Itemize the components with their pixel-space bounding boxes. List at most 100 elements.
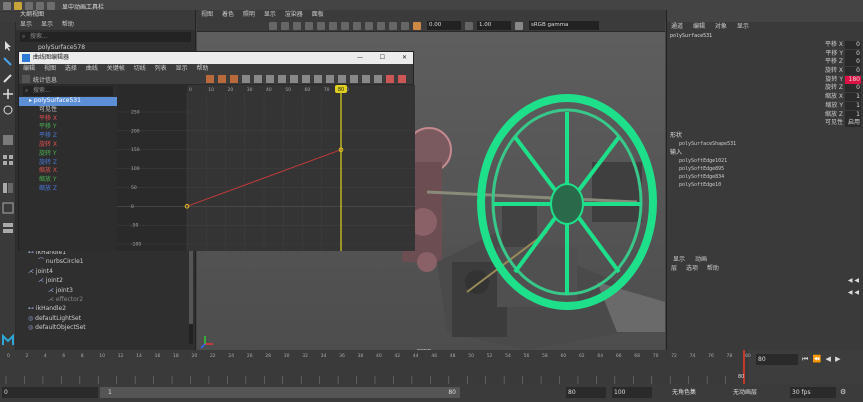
attr-value[interactable]: 1 — [845, 101, 861, 110]
outliner-top-item[interactable]: polySurface578 — [16, 44, 195, 51]
ge-menu-tangents[interactable]: 切线 — [134, 65, 146, 72]
gamma-icon[interactable] — [465, 22, 473, 30]
paint-tool-icon[interactable] — [2, 72, 14, 84]
outliner-menu-help[interactable]: 帮助 — [62, 21, 74, 28]
xray-icon[interactable] — [389, 22, 397, 30]
layout-stack-icon[interactable] — [2, 222, 14, 234]
minimize-icon[interactable]: — — [357, 52, 363, 64]
ao-icon[interactable] — [353, 22, 361, 30]
attr-row[interactable]: 旋转 X0 — [667, 67, 863, 76]
exposure-icon[interactable] — [413, 22, 421, 30]
break-tangent-icon[interactable] — [314, 75, 322, 83]
attr-value[interactable]: 1 — [845, 110, 861, 119]
swap-buffer-icon[interactable] — [374, 75, 382, 83]
layer-menu-help[interactable]: 帮助 — [707, 265, 719, 272]
ge-menu-select[interactable]: 选择 — [65, 65, 77, 72]
viewport-menu-panels[interactable]: 面板 — [312, 11, 324, 18]
channel-menu-object[interactable]: 对象 — [715, 23, 727, 30]
viewport-menu-show[interactable]: 显示 — [264, 11, 276, 18]
layer-menu-options[interactable]: 选项 — [686, 265, 698, 272]
dope-sheet-icon[interactable] — [386, 75, 394, 83]
layer-move-arrows-icon[interactable]: ◀ ◀ — [848, 289, 859, 296]
time-slider-track[interactable]: 0 2 4 6 8 10 12 14 16 18 20 22 24 26 28 30 32 34 36 38 40 42 4… — [0, 350, 863, 384]
outliner-item[interactable]: ⋌ joint3 — [16, 286, 196, 295]
menu-icon[interactable] — [3, 2, 11, 10]
ge-channel-item[interactable]: 平移 X — [19, 115, 117, 124]
ge-channel-item[interactable]: 缩放 Z — [19, 185, 117, 194]
shadows-icon[interactable] — [341, 22, 349, 30]
insert-key-icon[interactable] — [218, 75, 226, 83]
range-end-field[interactable]: 80 — [566, 387, 606, 398]
ge-channel-item[interactable]: 旋转 X — [19, 141, 117, 150]
smooth-shade-icon[interactable] — [305, 22, 313, 30]
save-icon[interactable] — [25, 2, 33, 10]
tab-animation[interactable]: 动画 — [695, 256, 707, 263]
flat-tangent-icon[interactable] — [278, 75, 286, 83]
outliner-menu-show[interactable]: 显示 — [41, 21, 53, 28]
ge-menu-view[interactable]: 视图 — [44, 65, 56, 72]
xray-joints-icon[interactable] — [401, 22, 409, 30]
step-tangent-icon[interactable] — [290, 75, 298, 83]
lock-weight-icon[interactable] — [350, 75, 358, 83]
attr-row[interactable]: 旋转 Z0 — [667, 84, 863, 93]
tab-display[interactable]: 显示 — [673, 256, 685, 263]
playback-prefs-icon[interactable]: ⚙ — [840, 388, 846, 396]
input-node[interactable]: polySoftEdge834 — [667, 173, 863, 181]
undo-icon[interactable] — [36, 2, 44, 10]
layer-move-arrows-icon[interactable]: ◀ ◀ — [848, 277, 859, 284]
character-set-select[interactable]: 无角色集 — [670, 387, 724, 398]
ge-search-input[interactable]: ⌕ 搜索... — [23, 86, 113, 96]
ge-channel-item[interactable]: 缩放 Y — [19, 176, 117, 185]
viewport-menu-view[interactable]: 视图 — [201, 11, 213, 18]
isolate-icon[interactable] — [377, 22, 385, 30]
channel-node-name[interactable]: polySurface531 — [667, 32, 863, 41]
outliner-item[interactable]: ◎ defaultLightSet — [16, 314, 196, 323]
input-node[interactable]: polySoftEdge1021 — [667, 157, 863, 165]
lattice-icon[interactable] — [230, 75, 238, 83]
attr-value[interactable]: 0 — [845, 41, 861, 49]
current-frame-field[interactable]: 80 — [756, 354, 798, 365]
wireframe-icon[interactable] — [293, 22, 301, 30]
playback-range-slider[interactable]: 1 80 — [100, 387, 460, 398]
exposure-field[interactable]: 0.00 — [427, 21, 461, 30]
lights-icon[interactable] — [329, 22, 337, 30]
camera-icon[interactable] — [269, 22, 277, 30]
attr-value[interactable]: 0 — [845, 58, 861, 67]
channel-menu-edit[interactable]: 编辑 — [693, 23, 705, 30]
color-space-select[interactable]: sRGB gamma — [529, 21, 599, 30]
ge-channel-item[interactable]: 可见性 — [19, 106, 117, 115]
maximize-icon[interactable]: ☐ — [380, 52, 385, 64]
attr-value[interactable]: 0 — [845, 67, 861, 76]
range-start-field[interactable]: 0 — [2, 387, 98, 398]
channel-menu-channels[interactable]: 通道 — [671, 23, 683, 30]
channel-menu-show[interactable]: 显示 — [737, 23, 749, 30]
ge-channel-item[interactable]: 旋转 Y — [19, 150, 117, 159]
linear-tangent-icon[interactable] — [266, 75, 274, 83]
aa-icon[interactable] — [365, 22, 373, 30]
close-icon[interactable]: ✕ — [402, 52, 407, 64]
layout-single-icon[interactable] — [2, 134, 14, 146]
attr-row[interactable]: 平移 Z0 — [667, 58, 863, 67]
shape-node[interactable]: polySurfaceShape531 — [667, 140, 863, 148]
attr-value-keyed[interactable]: 180 — [845, 75, 861, 84]
ge-menu-edit[interactable]: 编辑 — [23, 65, 35, 72]
outliner-menu-display[interactable]: 显示 — [20, 21, 32, 28]
attr-value[interactable]: 启用 — [845, 119, 861, 128]
attr-row[interactable]: 平移 X0 — [667, 41, 863, 50]
attr-value[interactable]: 0 — [845, 49, 861, 58]
stats-toggle-icon[interactable] — [22, 75, 30, 83]
outliner-item[interactable]: ⋌ joint4 — [16, 267, 196, 276]
free-weight-icon[interactable] — [338, 75, 346, 83]
ge-node-item[interactable]: ▸ polySurface531 — [19, 97, 117, 106]
ge-channel-item[interactable]: 平移 Y — [19, 123, 117, 132]
play-back-icon[interactable]: ◀ — [826, 355, 832, 363]
attr-row[interactable]: 可见性 启用 — [667, 119, 863, 128]
attr-value[interactable]: 0 — [845, 84, 861, 93]
fps-select[interactable]: 30 fps — [790, 387, 836, 398]
layer-menu-layers[interactable]: 层 — [671, 265, 677, 272]
key-tool-icon[interactable] — [206, 75, 214, 83]
time-slider[interactable]: 0 2 4 6 8 10 12 14 16 18 20 22 24 26 28 30 32 34 36 38 40 42 4… — [0, 350, 863, 384]
outliner-item[interactable]: ⋌ effector2 — [16, 295, 196, 304]
ge-menu-list[interactable]: 列表 — [155, 65, 167, 72]
input-node[interactable]: polySoftEdge10 — [667, 181, 863, 189]
